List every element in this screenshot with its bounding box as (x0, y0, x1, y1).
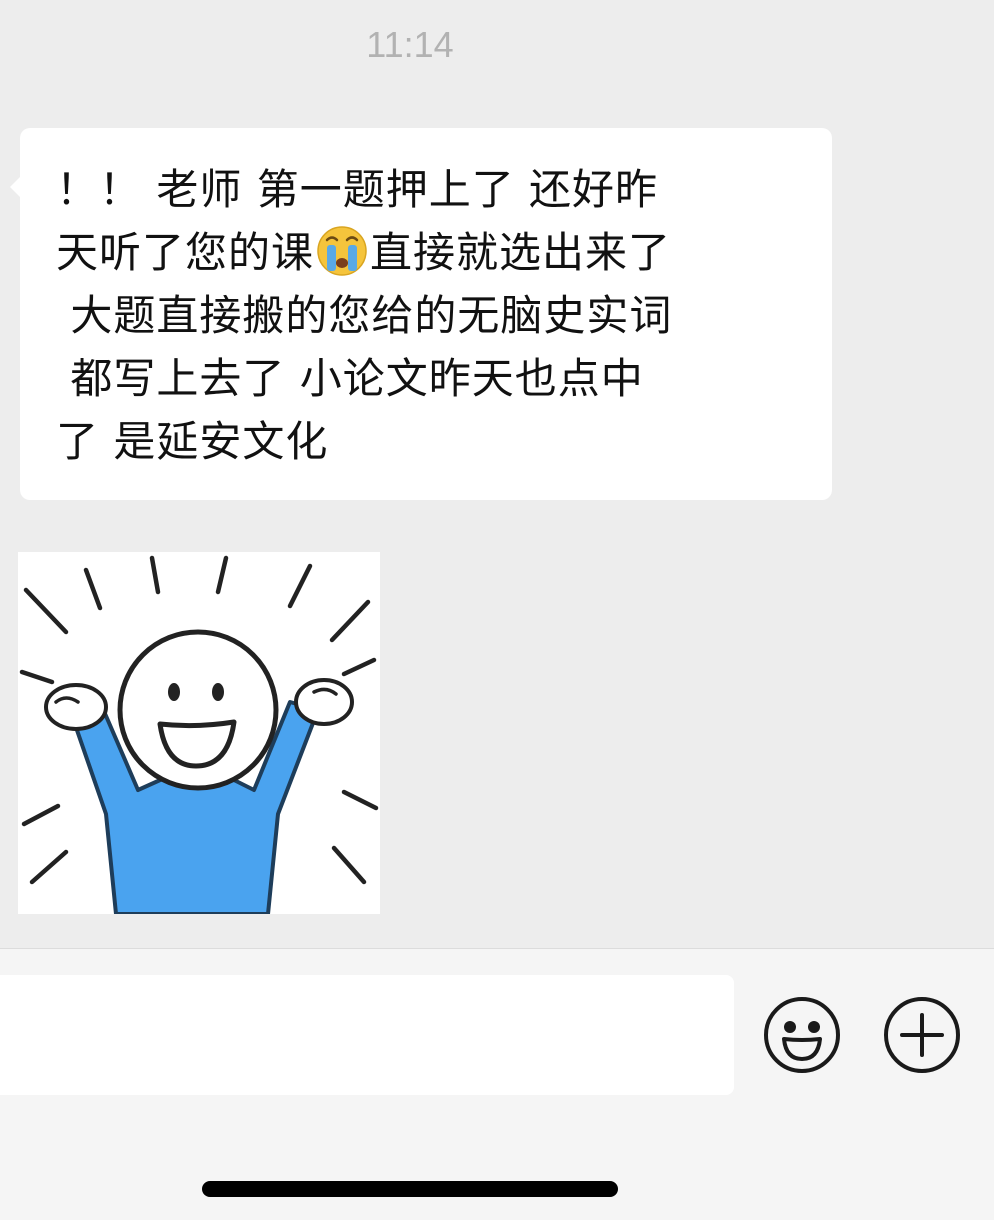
chat-input-bar (0, 948, 994, 1220)
plus-circle-icon (884, 997, 960, 1073)
sticker-image (18, 552, 380, 916)
message-text: ！！ 老师 第一题押上了 还好昨 天听了您的课 直接就选出来了 大题直接搬的您给… (56, 158, 804, 473)
emoji-button[interactable] (762, 995, 842, 1075)
cheering-stickman-sticker[interactable] (18, 552, 380, 916)
smiley-face-icon (764, 997, 840, 1073)
incoming-message-bubble[interactable]: ！！ 老师 第一题押上了 还好昨 天听了您的课 直接就选出来了 大题直接搬的您给… (10, 128, 832, 500)
timestamp: 11:14 (366, 24, 454, 65)
home-indicator[interactable] (202, 1181, 618, 1197)
crying-face-icon (314, 223, 370, 277)
message-input[interactable] (0, 975, 734, 1095)
bubble-tail (10, 176, 21, 198)
more-button[interactable] (882, 995, 962, 1075)
